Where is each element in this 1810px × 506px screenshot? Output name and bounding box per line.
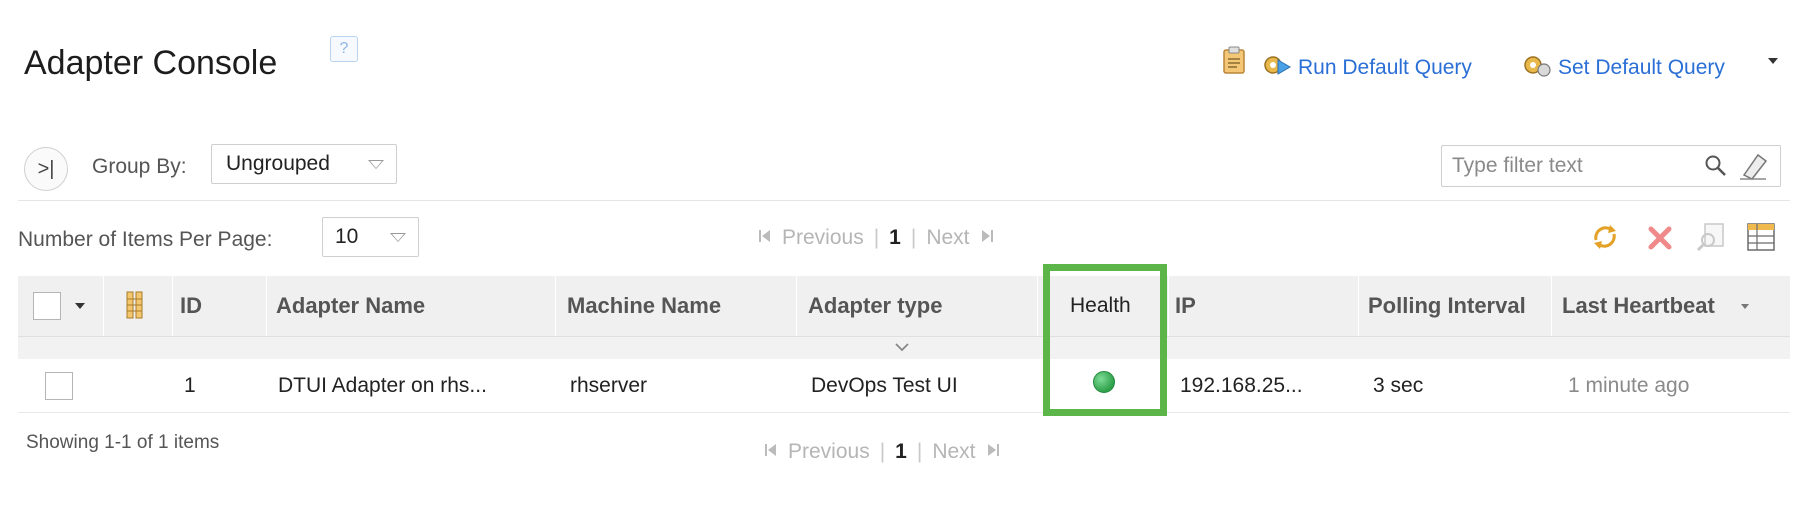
- column-divider: [266, 276, 267, 336]
- cell-id: 1: [184, 374, 196, 397]
- column-config-icon[interactable]: [1746, 222, 1776, 257]
- set-query-gear-icon: [1522, 52, 1552, 84]
- select-menu-chevron-down-icon[interactable]: [75, 303, 85, 309]
- chevron-down-icon: [368, 160, 384, 169]
- pagination-bottom: Previous | 1 | Next: [764, 440, 1000, 464]
- chevron-down-icon[interactable]: [1768, 58, 1778, 64]
- last-page-icon[interactable]: [980, 226, 994, 250]
- column-divider: [1168, 276, 1169, 336]
- cell-adapter-name: DTUI Adapter on rhs...: [278, 374, 487, 397]
- column-header-ip[interactable]: IP: [1175, 276, 1196, 336]
- column-divider: [796, 276, 797, 336]
- pagination-top: Previous | 1 | Next: [758, 226, 994, 250]
- cell-last-heartbeat: 1 minute ago: [1568, 374, 1690, 397]
- first-page-icon[interactable]: [764, 440, 778, 464]
- first-page-icon[interactable]: [758, 226, 772, 250]
- items-per-page-label: Number of Items Per Page:: [18, 228, 273, 251]
- run-default-query-label: Run Default Query: [1298, 56, 1472, 79]
- pager-separator: |: [910, 226, 917, 249]
- next-page-link[interactable]: Next: [926, 226, 969, 250]
- column-divider: [1037, 276, 1038, 336]
- previous-page-link[interactable]: Previous: [782, 226, 864, 250]
- search-icon[interactable]: [1704, 154, 1728, 183]
- refresh-icon[interactable]: [1590, 222, 1620, 257]
- pager-separator: |: [879, 440, 886, 463]
- run-default-query-button[interactable]: Run Default Query: [1262, 52, 1472, 84]
- health-column-highlight: [1043, 264, 1167, 416]
- filter-input[interactable]: [1441, 145, 1781, 187]
- items-count-text: Showing 1-1 of 1 items: [26, 432, 220, 453]
- column-header-adapter-name[interactable]: Adapter Name: [276, 276, 425, 336]
- clear-filter-eraser-icon[interactable]: [1738, 151, 1770, 186]
- set-default-query-button[interactable]: Set Default Query: [1522, 52, 1725, 84]
- set-default-query-label: Set Default Query: [1558, 56, 1725, 79]
- help-icon[interactable]: ?: [330, 36, 358, 62]
- column-divider: [103, 276, 104, 336]
- column-divider: [555, 276, 556, 336]
- column-header-polling-interval[interactable]: Polling Interval: [1368, 276, 1526, 336]
- column-header-last-heartbeat[interactable]: Last Heartbeat: [1562, 276, 1715, 336]
- column-divider: [1551, 276, 1552, 336]
- row-checkbox[interactable]: [45, 372, 73, 400]
- current-page: 1: [895, 440, 907, 463]
- group-by-select[interactable]: Ungrouped: [211, 144, 397, 184]
- cell-polling-interval: 3 sec: [1373, 374, 1424, 397]
- clipboard-icon[interactable]: [1222, 46, 1246, 74]
- column-header-machine-name[interactable]: Machine Name: [567, 276, 721, 336]
- column-chooser-icon[interactable]: [124, 290, 150, 325]
- items-per-page-value: 10: [335, 225, 359, 248]
- previous-page-link[interactable]: Previous: [788, 440, 870, 464]
- expand-panel-button[interactable]: >|: [24, 147, 68, 191]
- column-header-id[interactable]: ID: [180, 276, 202, 336]
- pager-separator: |: [916, 440, 923, 463]
- column-divider: [1358, 276, 1359, 336]
- next-page-link[interactable]: Next: [932, 440, 975, 464]
- chevron-down-icon[interactable]: [894, 340, 910, 358]
- run-query-gear-icon: [1262, 52, 1292, 84]
- current-page: 1: [889, 226, 901, 249]
- machine-name-link[interactable]: rhserver: [570, 374, 647, 398]
- delete-icon[interactable]: [1646, 224, 1674, 257]
- cell-adapter-type: DevOps Test UI: [811, 374, 958, 397]
- column-header-adapter-type[interactable]: Adapter type: [808, 276, 942, 336]
- select-all-checkbox[interactable]: [33, 292, 61, 320]
- pager-separator: |: [873, 226, 880, 249]
- last-page-icon[interactable]: [986, 440, 1000, 464]
- items-per-page-select[interactable]: 10: [322, 217, 419, 257]
- column-divider: [172, 276, 173, 336]
- group-by-label: Group By:: [92, 155, 187, 178]
- divider: [18, 200, 1790, 201]
- page-title: Adapter Console: [24, 44, 278, 82]
- details-view-icon[interactable]: [1696, 222, 1726, 257]
- expand-right-icon: >|: [37, 157, 55, 180]
- cell-ip: 192.168.25...: [1180, 374, 1303, 397]
- group-by-value: Ungrouped: [226, 152, 330, 175]
- chevron-down-icon: [390, 233, 406, 242]
- sort-descending-icon[interactable]: [1741, 304, 1749, 309]
